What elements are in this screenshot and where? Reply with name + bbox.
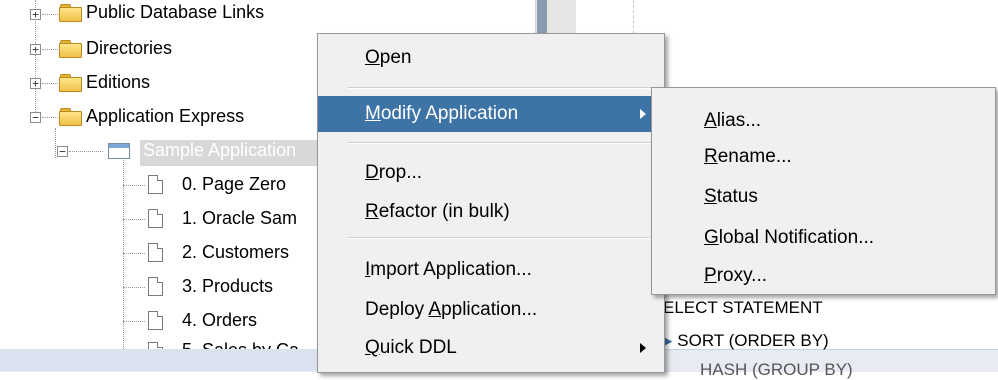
menu-item-open[interactable]: Open xyxy=(318,40,664,76)
tree-node-label: Sample Application xyxy=(143,140,297,160)
menu-item-alias[interactable]: Alias... xyxy=(652,104,995,137)
expand-icon[interactable]: + xyxy=(30,9,41,20)
menu-separator xyxy=(348,142,662,144)
page-icon xyxy=(148,342,163,349)
menu-item-modify-application[interactable]: Modify Application xyxy=(318,96,664,132)
submenu-arrow-icon xyxy=(640,109,646,119)
menu-item-status[interactable]: Status xyxy=(652,180,995,213)
menu-item-rename[interactable]: Rename... xyxy=(652,140,995,173)
page-icon xyxy=(148,175,163,194)
page-icon xyxy=(148,311,163,330)
menu-item-global-notification[interactable]: Global Notification... xyxy=(652,221,995,254)
open-folder-icon xyxy=(59,108,82,126)
menu-item-refactor[interactable]: Refactor (in bulk) xyxy=(318,194,664,230)
context-menu: Open Modify Application Drop... Refactor… xyxy=(317,33,665,373)
submenu-arrow-icon xyxy=(640,343,646,353)
menu-item-import-application[interactable]: Import Application... xyxy=(318,252,664,288)
tree-node-label: Editions xyxy=(86,72,151,92)
tree-node-label: Public Database Links xyxy=(86,2,265,22)
tree-node-label: 0. Page Zero xyxy=(182,174,287,194)
menu-item-proxy[interactable]: Proxy... xyxy=(652,259,995,292)
plan-row-select-statement: ELECT STATEMENT xyxy=(663,298,823,317)
tree-node-label: 1. Oracle Sam xyxy=(182,208,298,228)
expand-icon[interactable]: + xyxy=(30,44,41,55)
collapse-icon[interactable]: − xyxy=(30,112,41,123)
editions-folder-icon xyxy=(59,74,82,92)
tree-node-label: 4. Orders xyxy=(182,310,258,330)
plan-row-sort: ▸ SORT (ORDER BY) xyxy=(664,331,829,350)
tree-guide-line xyxy=(55,128,56,158)
menu-separator xyxy=(348,87,662,89)
menu-separator xyxy=(348,237,662,239)
page-icon xyxy=(148,277,163,296)
menu-item-deploy-application[interactable]: Deploy Application... xyxy=(318,292,664,328)
page-icon xyxy=(148,243,163,262)
page-icon xyxy=(148,209,163,228)
tree-node-label: Application Express xyxy=(86,106,245,126)
collapse-icon[interactable]: − xyxy=(57,146,68,157)
expand-icon[interactable]: + xyxy=(30,78,41,89)
tree-node-label: 3. Products xyxy=(182,276,274,296)
application-icon xyxy=(108,143,130,159)
plan-row-hash: HASH (GROUP BY) xyxy=(700,360,853,379)
folder-icon xyxy=(59,40,82,58)
tree-node-label: 2. Customers xyxy=(182,242,290,262)
database-link-folder-icon xyxy=(59,4,82,22)
menu-item-quick-ddl[interactable]: Quick DDL xyxy=(318,330,664,366)
modify-application-submenu: Alias... Rename... Status Global Notific… xyxy=(651,87,996,295)
plan-node-icon: ▸ xyxy=(664,331,678,350)
tree-node-label: Directories xyxy=(86,38,173,58)
menu-item-drop[interactable]: Drop... xyxy=(318,155,664,191)
horizontal-scrollbar[interactable] xyxy=(0,349,338,371)
tree-node-label: 5. Sales by Ca xyxy=(182,340,299,349)
